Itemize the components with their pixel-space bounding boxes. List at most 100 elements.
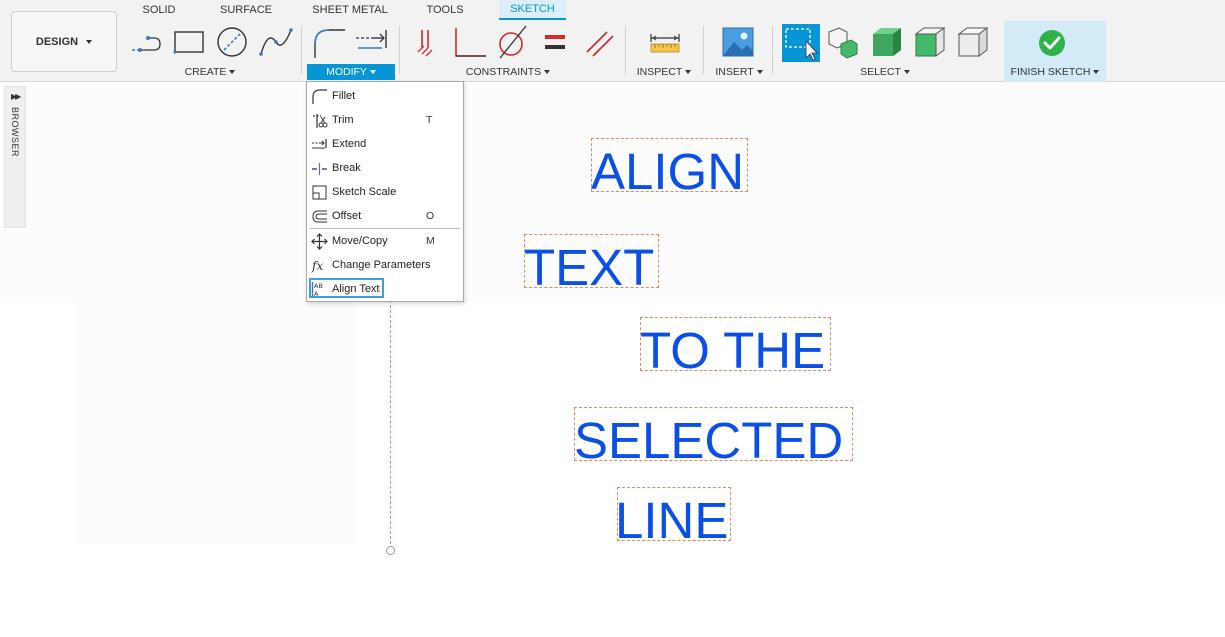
caret-down-icon [903, 70, 910, 74]
fillet-icon [311, 88, 328, 105]
modify-label: MODIFY [326, 66, 367, 78]
trim-icon [311, 112, 328, 129]
create-menu[interactable]: CREATE [176, 64, 244, 80]
menu-item-label: Sketch Scale [332, 186, 397, 198]
extend-icon [311, 136, 328, 153]
select-label: SELECT [860, 66, 901, 78]
rectangle-tool-icon[interactable] [171, 24, 207, 60]
menu-item-label: Fillet [332, 90, 356, 102]
select-bodies-icon[interactable] [825, 24, 861, 60]
offset-icon [311, 208, 328, 225]
caret-down-icon [685, 70, 692, 74]
menu-item-move-copy[interactable]: Move/Copy M [307, 229, 463, 253]
separator [399, 26, 400, 74]
browser-label: BROWSER [10, 107, 20, 158]
move-copy-icon [311, 232, 328, 250]
browser-panel-toggle[interactable]: ▶▶ BROWSER [4, 86, 26, 228]
finish-sketch-button[interactable]: FINISH SKETCH [1008, 64, 1102, 80]
inspect-label: INSPECT [636, 66, 683, 78]
svg-text:fx: fx [311, 259, 323, 273]
separator [625, 26, 626, 74]
sketch-text[interactable]: SELECTED [574, 415, 843, 466]
perpendicular-constraint-icon[interactable] [452, 24, 488, 60]
sketch-text[interactable]: ALIGN [591, 146, 744, 197]
menu-item-sketch-scale[interactable]: Sketch Scale [307, 180, 463, 204]
finish-sketch-label: FINISH SKETCH [1010, 66, 1091, 78]
separator [772, 26, 773, 74]
menu-item-label: Break [332, 162, 361, 174]
fusion-window: DESIGN SOLID SURFACE SHEET METAL TOOLS S… [0, 0, 1225, 637]
fx-icon: fx [311, 257, 328, 274]
menu-item-label: Offset [332, 210, 362, 222]
modify-dropdown-menu: Fillet Trim T Extend Break Sketch Scale … [306, 81, 464, 302]
sketch-text[interactable]: TEXT [524, 242, 654, 293]
constraints-menu[interactable]: CONSTRAINTS [463, 64, 553, 80]
toolbar: DESIGN SOLID SURFACE SHEET METAL TOOLS S… [0, 0, 1225, 82]
create-label: CREATE [184, 66, 227, 78]
caret-down-icon [1093, 70, 1100, 74]
align-text-icon: AB A [311, 281, 328, 298]
insert-image-icon[interactable] [720, 24, 756, 60]
tab-surface[interactable]: SURFACE [218, 0, 274, 20]
separator [703, 26, 704, 74]
tab-tools[interactable]: TOOLS [422, 0, 468, 20]
tab-solid[interactable]: SOLID [138, 0, 180, 20]
menu-item-label: Move/Copy [332, 235, 388, 247]
circle-tool-icon[interactable] [214, 24, 250, 60]
select-solid-icon[interactable] [869, 24, 905, 60]
shortcut-key: O [426, 210, 435, 222]
constraints-label: CONSTRAINTS [465, 66, 542, 78]
menu-item-offset[interactable]: Offset O [307, 204, 463, 228]
measure-tool-icon[interactable] [647, 24, 683, 60]
extend-tool-icon[interactable] [354, 24, 390, 60]
menu-item-trim[interactable]: Trim T [307, 108, 463, 132]
finish-sketch-check-icon[interactable] [1034, 25, 1070, 61]
sketch-text[interactable]: LINE [615, 495, 728, 546]
tab-sheet-metal[interactable]: SHEET METAL [311, 0, 389, 20]
caret-down-icon [229, 70, 236, 74]
select-menu[interactable]: SELECT [855, 64, 915, 80]
break-icon [311, 160, 328, 177]
sketch-text[interactable]: TO THE [640, 325, 825, 376]
sketch-endpoint[interactable] [386, 546, 395, 555]
svg-text:A: A [314, 290, 319, 298]
menu-item-break[interactable]: Break [307, 156, 463, 180]
caret-down-icon [369, 70, 376, 74]
select-edge-icon[interactable] [955, 24, 991, 60]
inspect-menu[interactable]: INSPECT [636, 64, 692, 80]
shortcut-key: T [426, 114, 433, 126]
menu-item-change-parameters[interactable]: fx Change Parameters [307, 253, 463, 277]
line-tool-icon[interactable] [128, 24, 164, 60]
separator [301, 26, 302, 74]
parallel-constraint-icon[interactable] [581, 24, 617, 60]
workspace-switcher-button[interactable]: DESIGN [11, 11, 117, 72]
menu-item-label: Align Text [332, 283, 380, 295]
sketch-construction-line[interactable] [390, 300, 391, 549]
select-face-icon[interactable] [912, 24, 948, 60]
modify-menu[interactable]: MODIFY [307, 64, 395, 80]
menu-item-label: Extend [332, 138, 367, 150]
insert-label: INSERT [715, 66, 754, 78]
menu-item-extend[interactable]: Extend [307, 132, 463, 156]
menu-item-label: Trim [332, 114, 354, 126]
coincident-constraint-icon[interactable] [408, 24, 444, 60]
menu-item-fillet[interactable]: Fillet [307, 84, 463, 108]
caret-down-icon [544, 70, 551, 74]
caret-down-icon [756, 70, 763, 74]
svg-text:AB: AB [314, 282, 323, 290]
tangent-constraint-icon[interactable] [494, 24, 530, 60]
canvas-background [76, 302, 356, 544]
expand-arrows-icon: ▶▶ [11, 92, 21, 101]
caret-down-icon [86, 39, 93, 44]
window-select-icon[interactable] [782, 24, 820, 62]
workspace-label: DESIGN [35, 35, 79, 48]
fillet-tool-icon[interactable] [311, 24, 347, 60]
tab-sketch[interactable]: SKETCH [499, 0, 566, 20]
equal-constraint-icon[interactable] [537, 24, 573, 60]
shortcut-key: M [426, 235, 435, 247]
menu-item-label: Change Parameters [332, 259, 431, 271]
sketch-scale-icon [311, 184, 328, 201]
menu-item-align-text[interactable]: AB A Align Text [307, 277, 463, 301]
insert-menu[interactable]: INSERT [713, 64, 765, 80]
spline-tool-icon[interactable] [258, 24, 294, 60]
